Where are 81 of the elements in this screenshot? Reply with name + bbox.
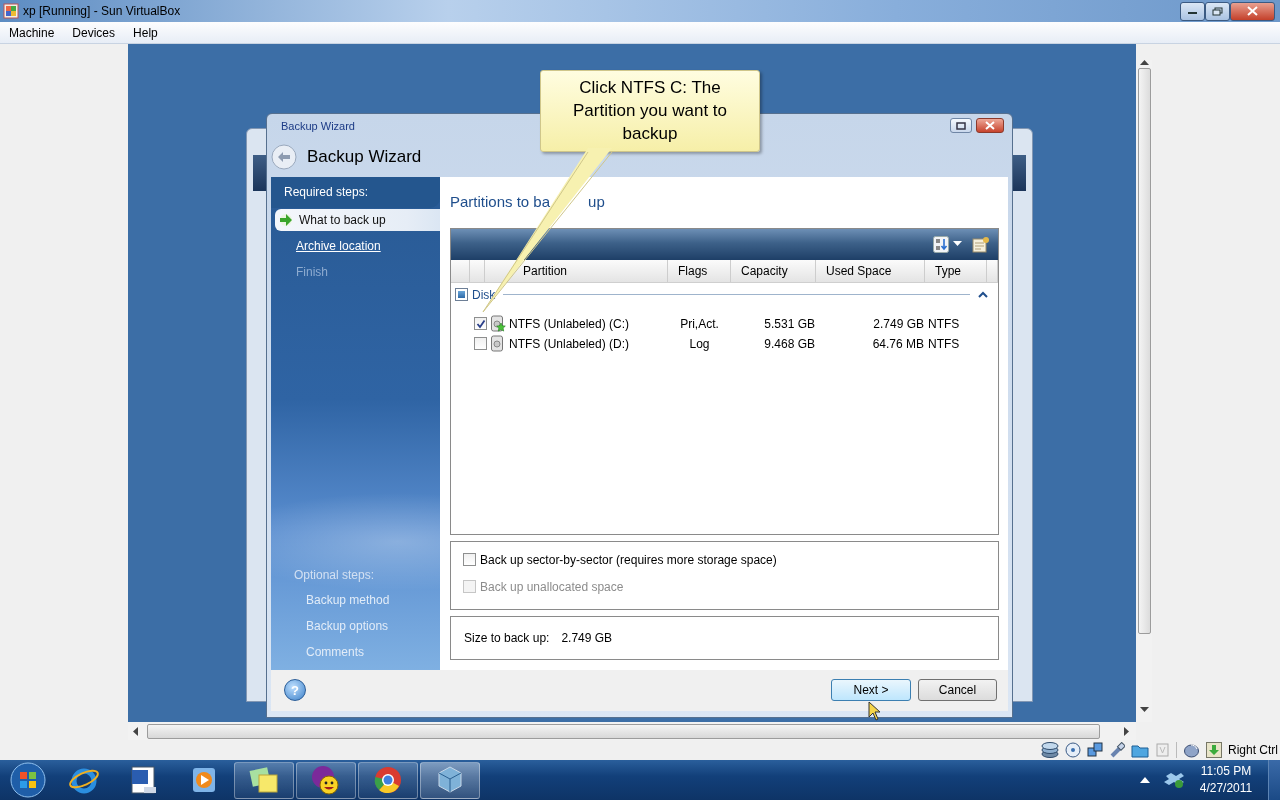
section-label: Required steps: <box>271 176 440 208</box>
checkbox[interactable] <box>463 553 476 567</box>
table-cell: NTFS <box>928 316 960 331</box>
checkbox[interactable] <box>474 337 487 351</box>
clock-time[interactable]: 11:05 PM <box>1198 763 1254 780</box>
dialog-title: Backup Wizard <box>281 118 355 134</box>
size-label: Size to back up: <box>464 629 550 647</box>
group-label: Disk <box>472 286 496 304</box>
table-cell: 9.468 GB <box>764 336 815 351</box>
scroll-up-icon[interactable] <box>1139 60 1149 66</box>
table-cell: 2.749 GB <box>873 316 924 331</box>
table-cell-text: NTFS (Unlabeled) (D:) <box>509 335 630 353</box>
clock-date[interactable]: 4/27/2011 <box>1198 780 1254 797</box>
host-key-label: Right Ctrl <box>1228 742 1278 759</box>
play-icon[interactable] <box>190 766 218 794</box>
sort-icon[interactable] <box>933 235 949 253</box>
scroll-right-icon[interactable] <box>1124 726 1130 736</box>
close-button[interactable] <box>1230 1 1275 21</box>
table-cell-text: NTFS (Unlabeled) (C:) <box>509 315 630 333</box>
cancel-button[interactable]: Cancel <box>918 679 997 702</box>
group-checkbox[interactable] <box>455 288 468 302</box>
dialog-header: Backup Wizard <box>307 146 422 169</box>
download-icon[interactable] <box>1206 742 1222 758</box>
window-title: xp [Running] - Sun VirtualBox <box>23 3 181 20</box>
table-cell: 64.76 MB <box>872 336 924 351</box>
table-cell: Log <box>689 336 710 351</box>
scroll-down-icon[interactable] <box>1139 706 1149 713</box>
notepad-icon[interactable] <box>972 235 990 253</box>
next-button[interactable]: Next > <box>831 679 911 702</box>
minimize-button[interactable] <box>1180 1 1205 21</box>
folder-icon[interactable] <box>1131 742 1149 758</box>
cursor-icon <box>868 701 881 721</box>
checkbox[interactable] <box>474 317 487 331</box>
menu-item[interactable]: Machine <box>0 23 64 42</box>
close-icon <box>1247 6 1258 16</box>
step-item: Comments <box>305 643 365 661</box>
step-item[interactable]: What to back up <box>275 208 440 231</box>
section-title: Partitions to ba <box>450 192 551 213</box>
table-cell: Pri,Act. <box>680 316 719 331</box>
drive-icon <box>490 315 506 333</box>
restore-icon <box>1212 6 1223 16</box>
maximize-button[interactable] <box>950 118 972 134</box>
start-button[interactable] <box>8 761 48 799</box>
close-button[interactable] <box>976 118 1004 134</box>
document-icon[interactable] <box>130 765 158 795</box>
column-header[interactable]: Used Space <box>826 261 892 280</box>
tray-arrow-icon[interactable] <box>1140 777 1150 783</box>
close-icon <box>985 121 995 131</box>
step-item: Backup method <box>305 591 391 609</box>
circle-logo-icon[interactable] <box>373 765 403 795</box>
usb-icon[interactable] <box>1109 742 1125 758</box>
callout: Click NTFS C: The Partition you want to backup <box>540 70 760 152</box>
chevron-up-icon[interactable] <box>978 290 988 299</box>
step-item: Backup options <box>305 617 390 635</box>
notes-icon[interactable] <box>248 766 280 794</box>
checkbox-label: Back up sector-by-sector (requires more storage space) <box>480 551 777 569</box>
optical-disc-icon[interactable] <box>1065 742 1081 758</box>
maximize-icon <box>956 121 966 130</box>
column-header[interactable]: Type <box>935 261 961 280</box>
scroll-left-icon[interactable] <box>133 726 139 736</box>
restore-button[interactable] <box>1205 1 1230 21</box>
caret-icon[interactable] <box>953 241 962 248</box>
checkbox-label: Back up unallocated space <box>480 578 624 596</box>
column-header[interactable]: Capacity <box>741 261 788 280</box>
section-label: Optional steps: <box>293 566 376 584</box>
box-icon[interactable] <box>1164 771 1184 789</box>
column-header[interactable]: Partition <box>523 261 568 280</box>
size-value: 2.749 GB <box>561 629 613 647</box>
app-icon <box>3 3 19 19</box>
menu-item[interactable]: Help <box>124 23 167 42</box>
hard-disk-icon[interactable] <box>1041 742 1059 758</box>
table-cell: 5.531 GB <box>764 316 815 331</box>
mouse-icon[interactable] <box>1183 742 1200 758</box>
network-icon[interactable] <box>1087 742 1103 758</box>
table-cell: NTFS <box>928 336 960 351</box>
step-item[interactable]: Archive location <box>275 234 440 257</box>
menu-item[interactable]: Devices <box>63 23 125 42</box>
drive-icon <box>490 335 506 353</box>
arrow-icon <box>279 212 293 227</box>
section-title: up <box>588 192 605 213</box>
column-header[interactable]: Flags <box>678 261 708 280</box>
